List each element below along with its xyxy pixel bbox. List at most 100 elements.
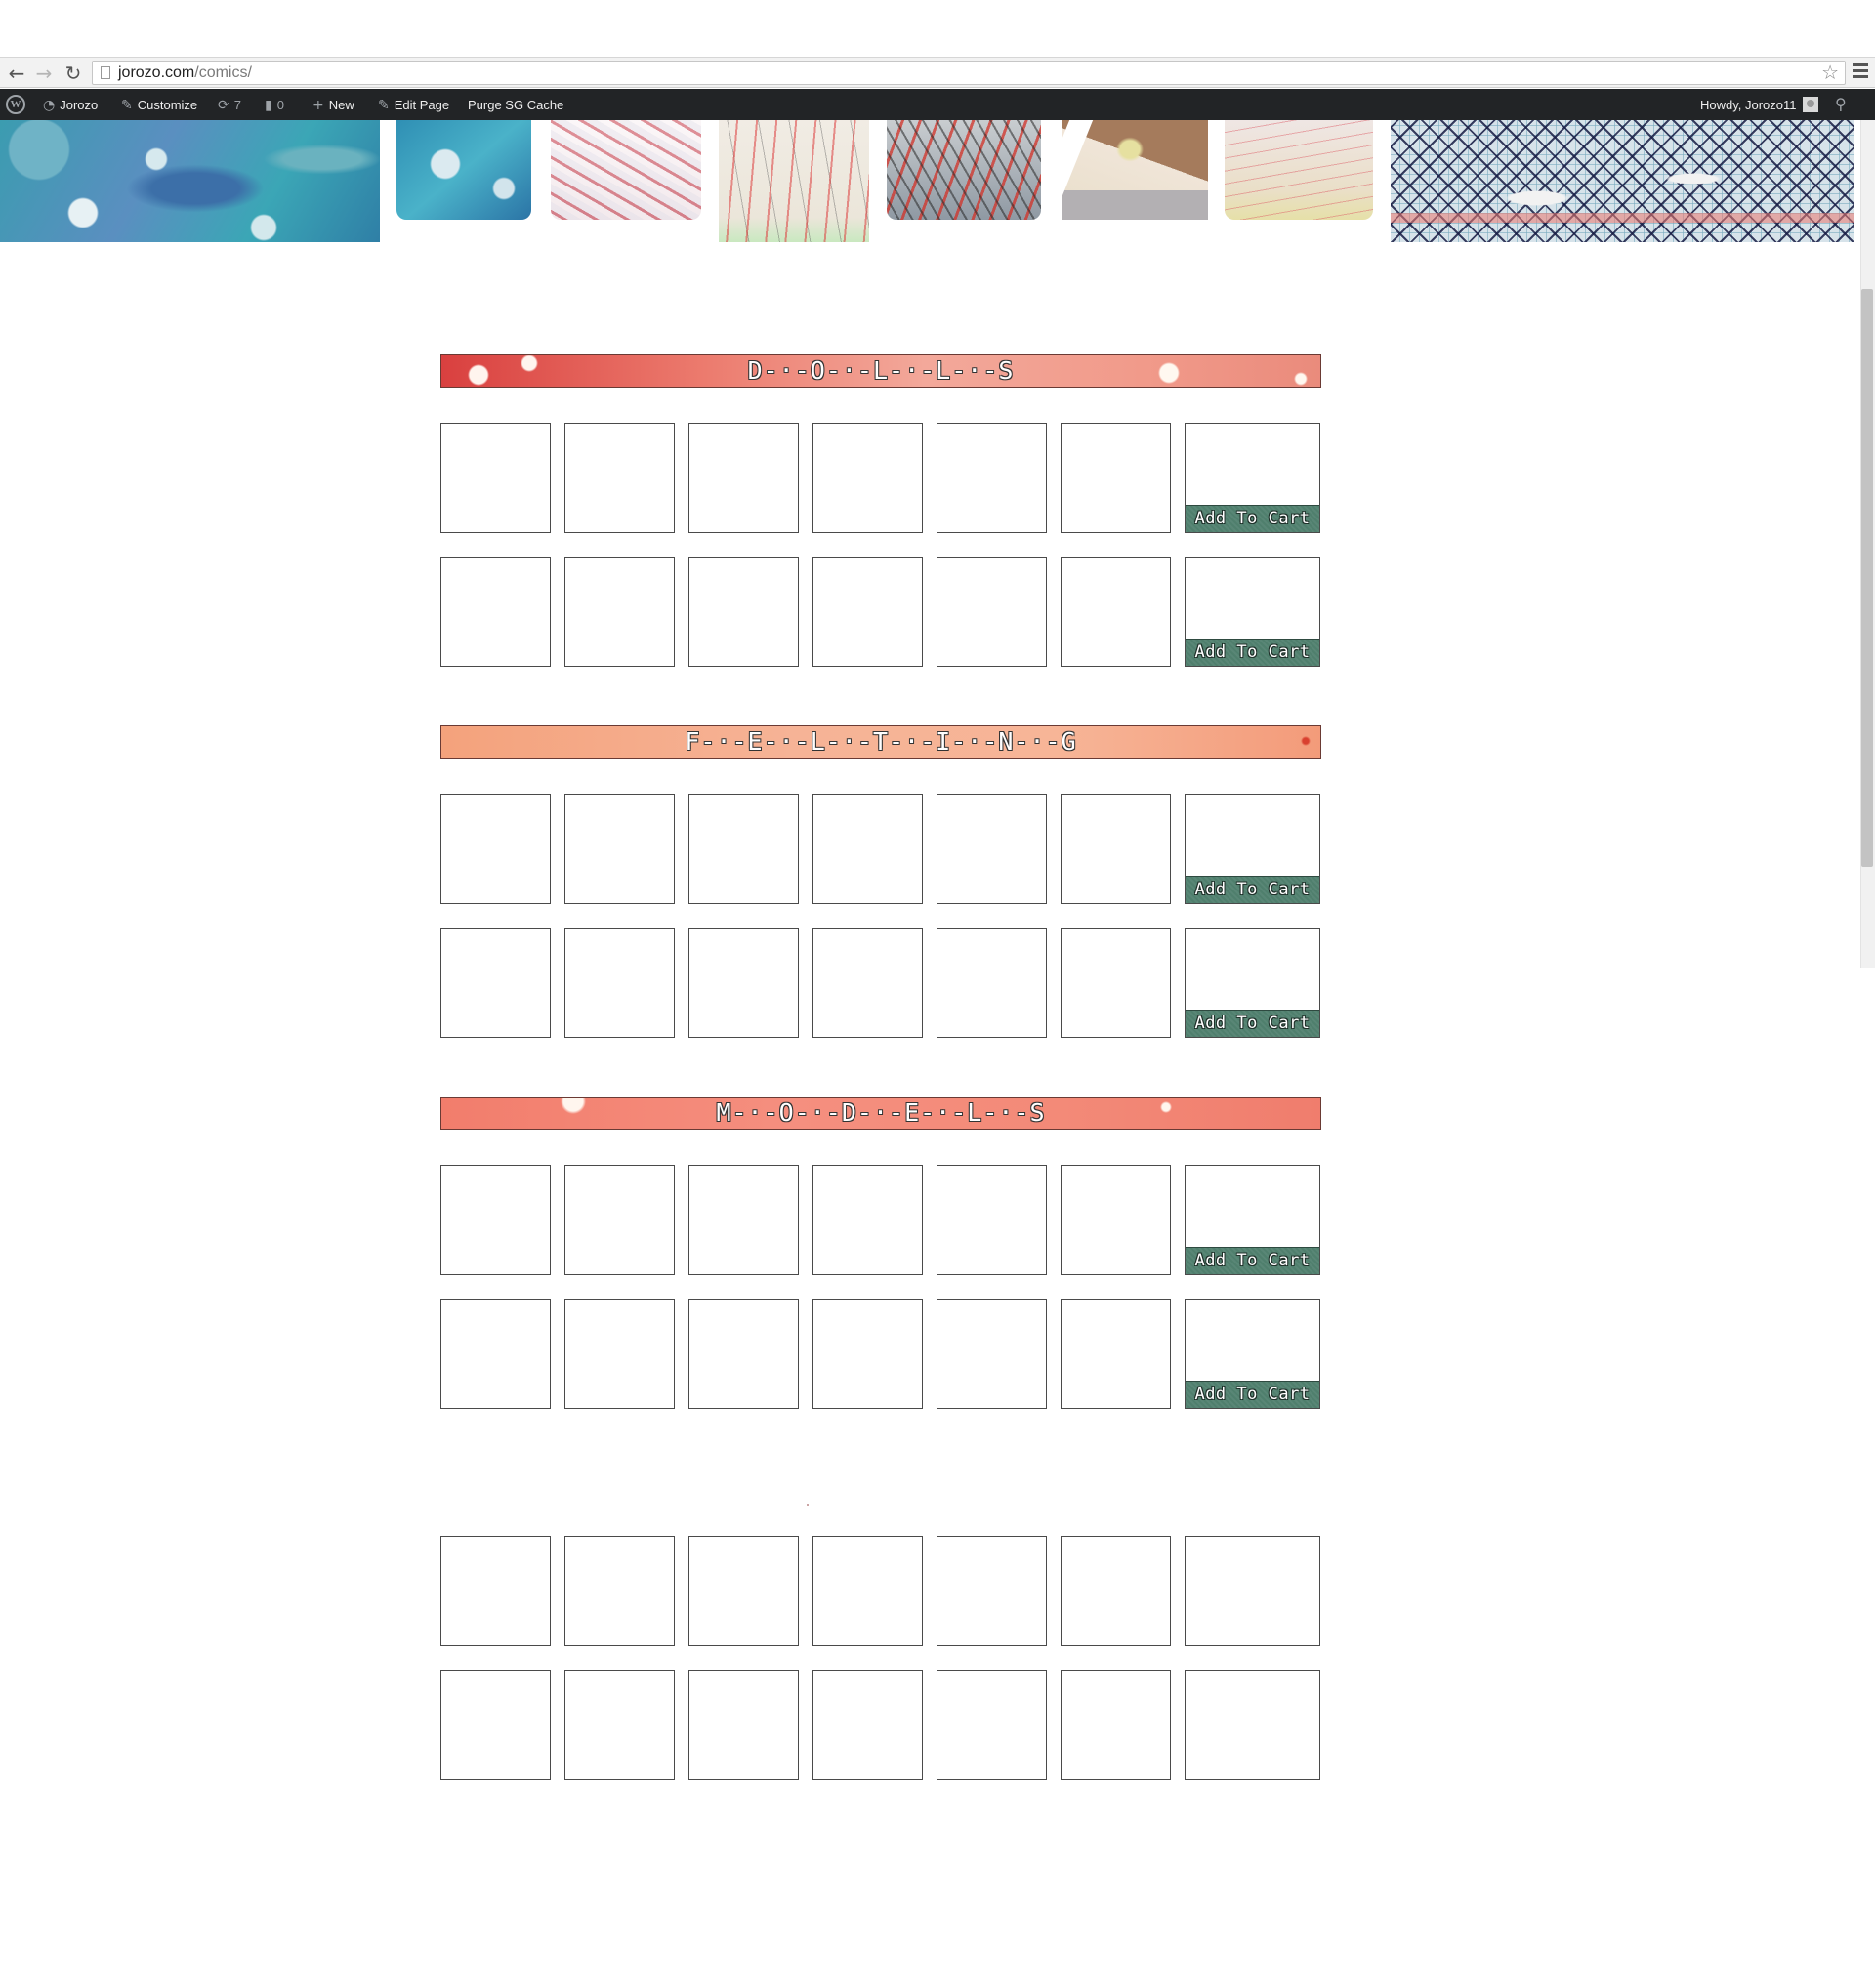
add-to-cart-button[interactable]: Add To Cart [1186,876,1319,903]
product-tile[interactable] [440,1536,551,1646]
add-to-cart-button[interactable]: Add To Cart [1186,1247,1319,1274]
admin-bar-new[interactable]: + New [312,89,354,120]
scrollbar-thumb[interactable] [1861,289,1873,867]
product-tile[interactable] [564,423,675,533]
product-tile[interactable] [564,557,675,667]
product-tile[interactable] [688,928,799,1038]
product-tile[interactable] [440,928,551,1038]
address-bar[interactable]: jorozo.com/comics/ ☆ [92,61,1846,85]
product-tile[interactable] [688,1299,799,1409]
admin-bar-account[interactable]: Howdy, Jorozo11 [1700,89,1818,120]
new-label: New [328,98,354,112]
product-tile[interactable] [937,928,1047,1038]
header-artwork-1 [0,120,380,242]
product-tile[interactable] [440,1299,551,1409]
product-tile[interactable] [564,928,675,1038]
product-tile[interactable] [1061,557,1171,667]
product-tile[interactable] [1061,928,1171,1038]
product-tile[interactable]: Add To Cart [1185,557,1320,667]
admin-bar-customize[interactable]: ✎ Customize [121,89,197,120]
plus-icon: + [312,98,324,113]
product-tile[interactable] [564,1670,675,1780]
product-tile[interactable]: Add To Cart [1185,928,1320,1038]
product-tile[interactable] [812,928,923,1038]
add-to-cart-button[interactable]: Add To Cart [1186,1010,1319,1037]
admin-bar-comments[interactable]: ▮ 0 [265,89,284,120]
edit-page-label: Edit Page [394,98,450,112]
header-artwork-6[interactable] [1062,120,1208,220]
brush-icon: ✎ [121,98,133,113]
avatar [1802,97,1818,112]
product-tile[interactable]: Add To Cart [1185,423,1320,533]
product-tile[interactable]: Add To Cart [1185,1299,1320,1409]
admin-bar-purge-cache[interactable]: Purge SG Cache [468,89,563,120]
admin-bar-updates[interactable]: ⟳ 7 [218,89,241,120]
product-tile[interactable] [564,1536,675,1646]
product-tile[interactable]: Add To Cart [1185,794,1320,904]
url-text: jorozo.com/comics/ [118,64,252,81]
product-tile[interactable] [688,1670,799,1780]
header-artwork-3[interactable] [551,120,701,220]
product-tile[interactable] [937,557,1047,667]
product-tile[interactable] [937,1670,1047,1780]
admin-bar-edit-page[interactable]: ✎ Edit Page [378,89,449,120]
product-tile[interactable] [440,1670,551,1780]
product-tile[interactable] [1061,1299,1171,1409]
section-title: M-·-O-·-D-·-E-·-L-·-S [716,1098,1046,1127]
product-tile[interactable] [1185,1536,1320,1646]
product-tile[interactable] [564,794,675,904]
product-tile[interactable] [688,1165,799,1275]
product-tile[interactable] [1185,1670,1320,1780]
customize-label: Customize [137,98,198,112]
product-tile[interactable] [937,1299,1047,1409]
page-icon [101,66,110,79]
product-tile[interactable] [812,794,923,904]
product-tile[interactable] [688,794,799,904]
product-tile[interactable] [812,1536,923,1646]
product-tile[interactable] [688,557,799,667]
product-tile[interactable] [1061,423,1171,533]
product-tile[interactable] [564,1299,675,1409]
section-title: F-·-E-·-L-·-T-·-I-·-N-·-G [685,727,1077,756]
admin-bar-site[interactable]: ◔ Jorozo [43,89,98,120]
add-to-cart-button[interactable]: Add To Cart [1186,505,1319,532]
back-arrow-icon[interactable]: ← [6,62,27,84]
product-tile[interactable] [688,423,799,533]
product-tile[interactable] [1061,1165,1171,1275]
reload-icon[interactable]: ↻ [62,62,84,84]
browser-menu-icon[interactable] [1853,63,1868,81]
bookmark-star-icon[interactable]: ☆ [1821,62,1839,84]
add-to-cart-button[interactable]: Add To Cart [1186,639,1319,666]
product-tile[interactable] [1061,794,1171,904]
product-tile[interactable] [1061,1670,1171,1780]
product-tile[interactable] [812,1670,923,1780]
product-tile[interactable] [440,423,551,533]
product-tile[interactable] [564,1165,675,1275]
header-artwork-7[interactable] [1225,120,1373,220]
browser-toolbar: ← → ↻ jorozo.com/comics/ ☆ [0,57,1875,88]
header-artwork-8 [1391,120,1854,242]
section-banner-dolls: D-·-O-·-L-·-L-·-S [440,354,1321,388]
product-tile[interactable] [440,557,551,667]
product-tile[interactable] [812,557,923,667]
product-tile[interactable]: Add To Cart [1185,1165,1320,1275]
product-tile[interactable] [937,423,1047,533]
product-tile[interactable] [440,794,551,904]
product-tile[interactable] [1061,1536,1171,1646]
comment-icon: ▮ [265,98,272,113]
add-to-cart-button[interactable]: Add To Cart [1186,1381,1319,1408]
product-tile[interactable] [937,1536,1047,1646]
forward-arrow-icon[interactable]: → [33,62,55,84]
header-artwork-5[interactable] [887,120,1041,220]
product-tile[interactable] [440,1165,551,1275]
search-icon[interactable]: ⚲ [1835,89,1847,120]
header-artwork-2[interactable] [396,120,531,220]
wordpress-logo-icon[interactable]: W [6,95,25,114]
product-tile[interactable] [812,423,923,533]
product-tile[interactable] [937,1165,1047,1275]
product-tile[interactable] [937,794,1047,904]
header-artwork-4[interactable] [719,120,869,242]
product-tile[interactable] [812,1165,923,1275]
product-tile[interactable] [812,1299,923,1409]
product-tile[interactable] [688,1536,799,1646]
